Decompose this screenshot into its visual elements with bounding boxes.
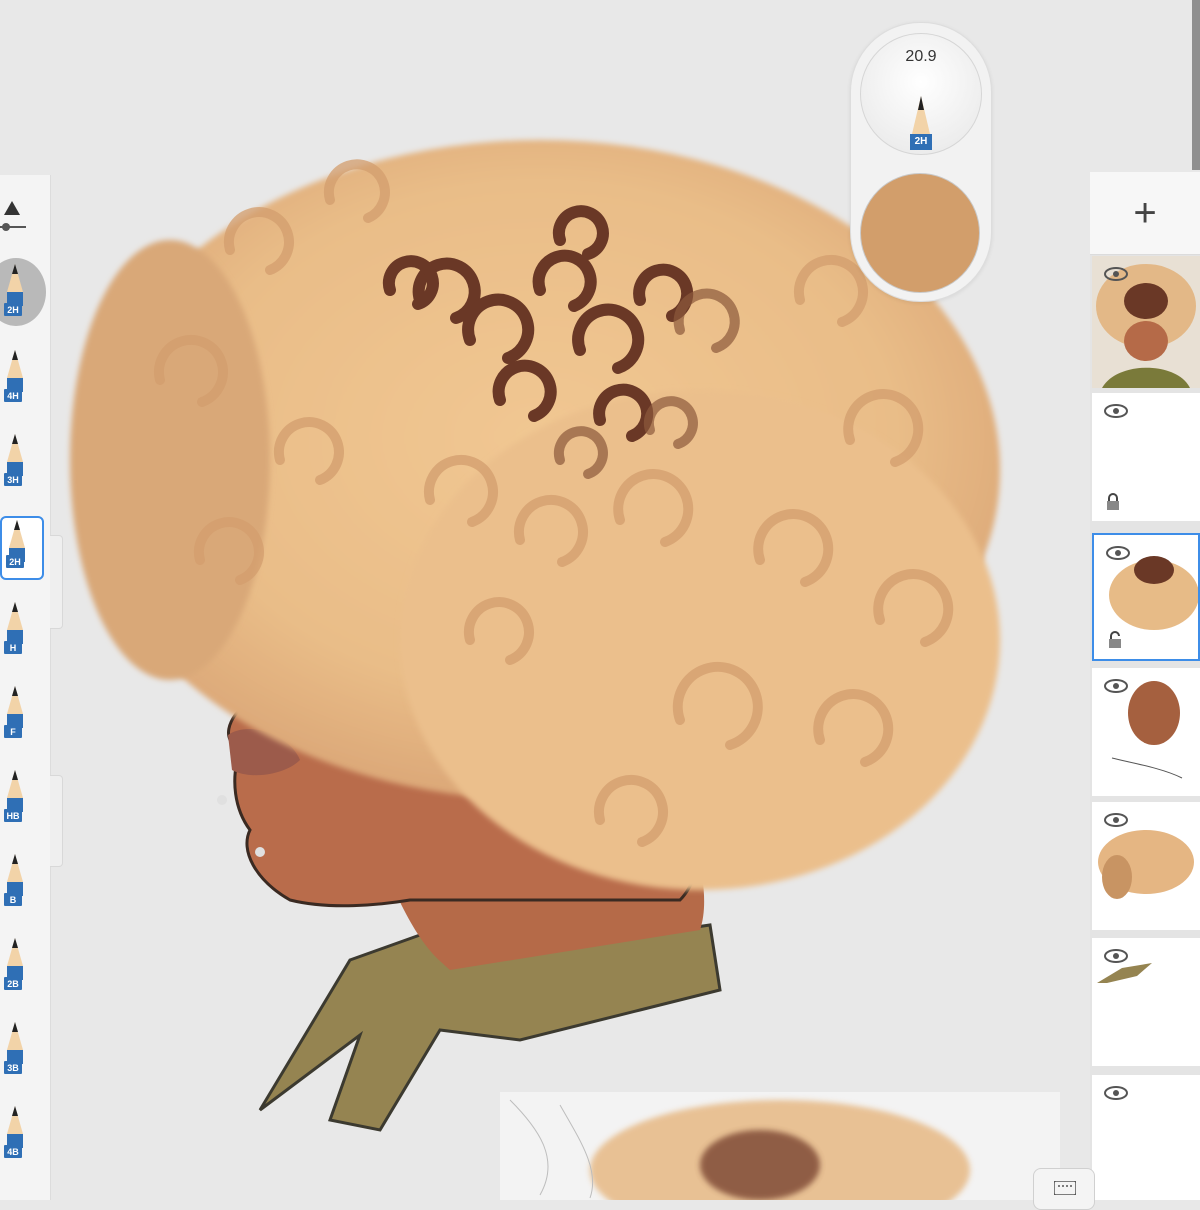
drawing-canvas[interactable] bbox=[0, 0, 1200, 1200]
layer-bottom[interactable] bbox=[1092, 1075, 1200, 1200]
layer-collar[interactable] bbox=[1092, 938, 1200, 1066]
visibility-eye-icon[interactable] bbox=[1104, 948, 1128, 964]
brush-hb[interactable]: HB bbox=[0, 768, 44, 832]
brush-2h[interactable]: 2H bbox=[0, 516, 44, 580]
brush-f[interactable]: F bbox=[0, 684, 44, 748]
pencil-icon bbox=[7, 1106, 23, 1148]
brush-label: 2B bbox=[4, 977, 22, 990]
pencil-icon bbox=[7, 854, 23, 896]
pencil-icon bbox=[7, 938, 23, 980]
brush-label: B bbox=[4, 893, 22, 906]
alpha-lock-icon[interactable] bbox=[1105, 493, 1121, 511]
visibility-eye-icon[interactable] bbox=[1104, 266, 1128, 282]
brush-size-value: 20.9 bbox=[905, 48, 937, 65]
alpha-lock-open-icon[interactable] bbox=[1107, 631, 1123, 649]
bottom-thumbnail-ghost bbox=[500, 1092, 1060, 1200]
add-layer-button[interactable]: + bbox=[1090, 172, 1200, 255]
brush-size-puck[interactable]: 20.9 2H bbox=[860, 33, 982, 155]
puck-brush-label: 2H bbox=[914, 136, 928, 147]
scrollbar[interactable] bbox=[1192, 0, 1200, 170]
brush-label: H bbox=[4, 641, 22, 654]
brush-label: 3H bbox=[4, 473, 22, 486]
layer-hair-base[interactable] bbox=[1092, 802, 1200, 930]
pencil-icon bbox=[7, 264, 23, 306]
current-brush[interactable]: 2H bbox=[0, 262, 44, 326]
brush-b[interactable]: B bbox=[0, 852, 44, 916]
keyboard-icon bbox=[1054, 1181, 1076, 1195]
pencil-icon bbox=[7, 1022, 23, 1064]
current-brush-label: 2H bbox=[4, 303, 22, 316]
keyboard-toggle-button[interactable] bbox=[1033, 1168, 1095, 1210]
brush-3b[interactable]: 3B bbox=[0, 1020, 44, 1084]
brush-label: 4B bbox=[4, 1145, 22, 1158]
brush-label: HB bbox=[4, 809, 22, 822]
pencil-icon bbox=[7, 686, 23, 728]
palette-tab-lower[interactable] bbox=[50, 775, 63, 867]
brush-size-slider-icon[interactable] bbox=[0, 197, 30, 237]
brush-label: 3B bbox=[4, 1061, 22, 1074]
pencil-icon bbox=[7, 350, 23, 392]
pencil-icon bbox=[7, 770, 23, 812]
brush-h[interactable]: H bbox=[0, 600, 44, 664]
brush-2b[interactable]: 2B bbox=[0, 936, 44, 1000]
brush-3h[interactable]: 3H bbox=[0, 432, 44, 496]
color-swatch-puck[interactable] bbox=[860, 173, 980, 293]
pencil-icon bbox=[7, 602, 23, 644]
brush-label: 2H bbox=[6, 555, 24, 568]
visibility-eye-icon[interactable] bbox=[1104, 1085, 1128, 1101]
brush-label: 4H bbox=[4, 389, 22, 402]
layer-hair-active[interactable] bbox=[1092, 533, 1200, 661]
visibility-eye-icon[interactable] bbox=[1104, 812, 1128, 828]
visibility-eye-icon[interactable] bbox=[1106, 545, 1130, 561]
brush-color-puck[interactable]: 20.9 2H bbox=[850, 22, 992, 302]
layer-face[interactable] bbox=[1092, 668, 1200, 796]
visibility-eye-icon[interactable] bbox=[1104, 678, 1128, 694]
brush-4h[interactable]: 4H bbox=[0, 348, 44, 412]
brush-label: F bbox=[4, 725, 22, 738]
layer-empty-locked[interactable] bbox=[1092, 393, 1200, 521]
palette-tab-upper[interactable] bbox=[50, 535, 63, 629]
pencil-icon bbox=[7, 434, 23, 476]
visibility-eye-icon[interactable] bbox=[1104, 403, 1128, 419]
layer-composite[interactable] bbox=[1092, 256, 1200, 388]
brush-4b[interactable]: 4B bbox=[0, 1104, 44, 1168]
